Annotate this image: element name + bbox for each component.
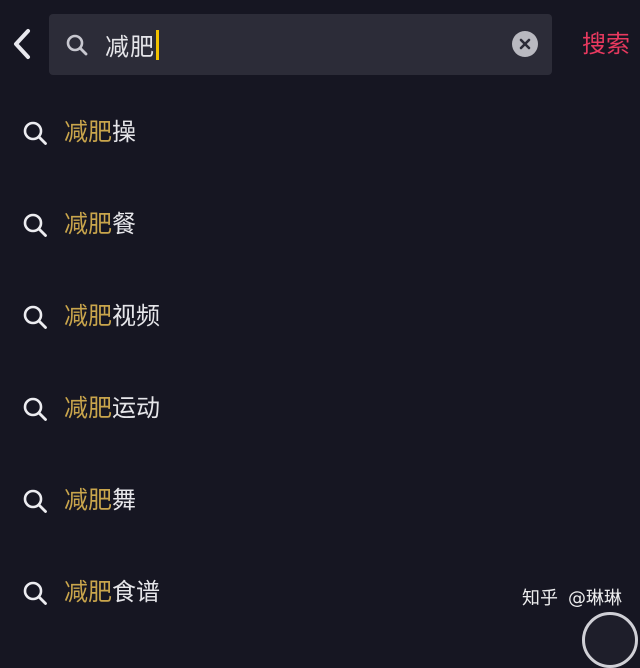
suggestion-list: 减肥操 减肥餐 减肥视频 减肥运动 减肥舞 减肥食谱 bbox=[0, 90, 640, 642]
watermark: 知乎 @琳琳 bbox=[522, 585, 622, 613]
search-button[interactable]: 搜索 bbox=[582, 27, 630, 61]
suggestion-highlight: 减肥 bbox=[64, 486, 112, 514]
search-icon bbox=[23, 489, 47, 513]
suggestion-item[interactable]: 减肥餐 bbox=[0, 182, 640, 274]
clear-circle-icon bbox=[519, 38, 531, 50]
suggestion-text: 减肥餐 bbox=[64, 206, 136, 242]
suggestion-rest: 餐 bbox=[112, 210, 136, 238]
suggestion-text: 减肥运动 bbox=[64, 390, 160, 426]
suggestion-text: 减肥食谱 bbox=[64, 574, 160, 610]
suggestion-text: 减肥操 bbox=[64, 114, 136, 150]
search-header: 减肥 搜索 bbox=[0, 0, 640, 90]
suggestion-rest: 舞 bbox=[112, 486, 136, 514]
suggestion-item[interactable]: 减肥舞 bbox=[0, 458, 640, 550]
search-icon bbox=[66, 34, 88, 56]
suggestion-text: 减肥舞 bbox=[64, 482, 136, 518]
search-icon bbox=[23, 213, 47, 237]
search-icon bbox=[23, 305, 47, 329]
suggestion-item[interactable]: 减肥运动 bbox=[0, 366, 640, 458]
watermark-author: @琳琳 bbox=[568, 588, 622, 609]
chevron-left-icon bbox=[14, 29, 30, 59]
search-icon bbox=[23, 121, 47, 145]
search-query-text: 减肥 bbox=[105, 33, 155, 61]
floating-action-button[interactable] bbox=[582, 612, 638, 668]
suggestion-rest: 食谱 bbox=[112, 578, 160, 606]
search-field[interactable]: 减肥 bbox=[49, 14, 552, 75]
clear-button[interactable] bbox=[512, 31, 538, 57]
text-caret bbox=[156, 29, 159, 60]
search-input[interactable]: 减肥 bbox=[105, 14, 159, 75]
suggestion-highlight: 减肥 bbox=[64, 210, 112, 238]
suggestion-highlight: 减肥 bbox=[64, 578, 112, 606]
watermark-site: 知乎 bbox=[522, 588, 558, 609]
back-button[interactable] bbox=[4, 22, 40, 66]
suggestion-rest: 视频 bbox=[112, 302, 160, 330]
suggestion-highlight: 减肥 bbox=[64, 118, 112, 146]
search-icon bbox=[23, 397, 47, 421]
suggestion-text: 减肥视频 bbox=[64, 298, 160, 334]
suggestion-highlight: 减肥 bbox=[64, 302, 112, 330]
suggestion-rest: 操 bbox=[112, 118, 136, 146]
suggestion-rest: 运动 bbox=[112, 394, 160, 422]
suggestion-item[interactable]: 减肥操 bbox=[0, 90, 640, 182]
suggestion-item[interactable]: 减肥视频 bbox=[0, 274, 640, 366]
suggestion-highlight: 减肥 bbox=[64, 394, 112, 422]
search-icon bbox=[23, 581, 47, 605]
